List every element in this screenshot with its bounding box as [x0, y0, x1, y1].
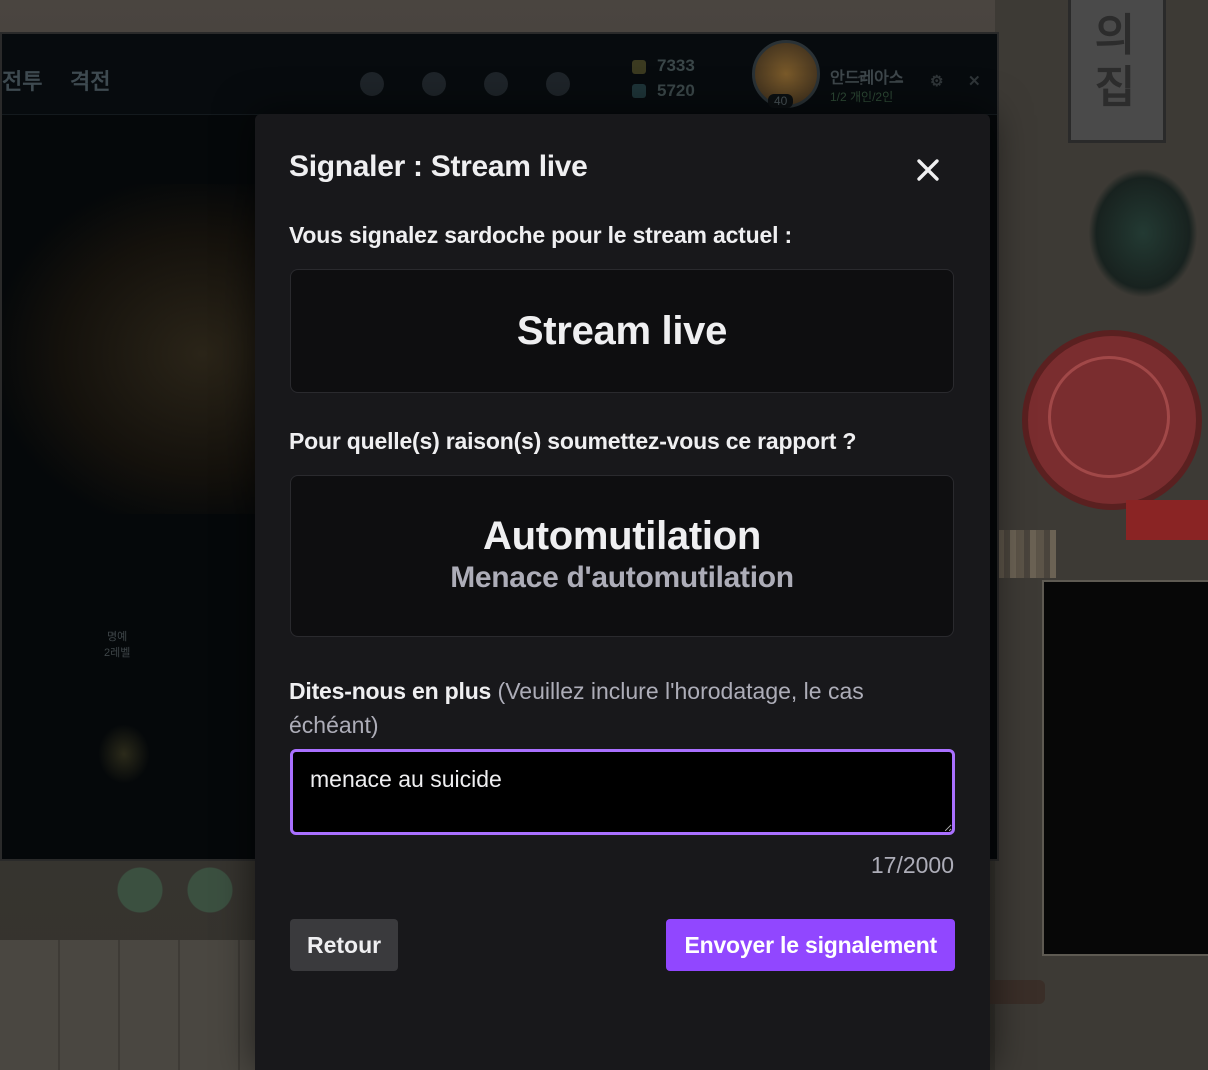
report-target-value: Stream live: [516, 308, 728, 353]
blue-essence-value: 7333: [657, 56, 695, 75]
nav-tab-arena: 격전: [70, 70, 111, 95]
background-video-panel: [1042, 580, 1208, 956]
background-red-sign: [1126, 500, 1208, 540]
close-icon: [917, 159, 939, 181]
window-close-icon: ✕: [968, 73, 981, 90]
report-target-label: Vous signalez sardoche pour le stream ac…: [289, 222, 792, 248]
champion-art: [2, 184, 257, 514]
background-mask-decoration: [1088, 168, 1198, 298]
background-red-plate-inner: [1048, 356, 1170, 478]
settings-icon: ⚙: [930, 73, 944, 90]
reason-subtitle: Menace d'automutilation: [450, 561, 794, 594]
orange-essence-value: 5720: [657, 81, 695, 100]
summoner-status: 1/2 개인/2인: [830, 90, 894, 104]
back-button[interactable]: Retour: [290, 919, 399, 971]
rank-emblem-icon: [98, 724, 150, 784]
report-target-box: Stream live: [290, 269, 954, 393]
details-textarea[interactable]: menace au suicide: [290, 749, 955, 835]
details-label-title: Dites-nous en plus: [289, 678, 492, 704]
collection-icon: [422, 72, 446, 96]
background-books: [996, 530, 1056, 578]
summoner-name: 안드레아스: [830, 70, 904, 87]
loot-icon: [484, 72, 508, 96]
summoner-level: 40: [768, 94, 794, 108]
honor-label: 명예: [107, 631, 128, 643]
profile-icon: [360, 72, 384, 96]
close-button[interactable]: [910, 152, 946, 188]
background-plants: [100, 860, 250, 930]
report-modal: Signaler : Stream live Vous signalez sar…: [255, 114, 990, 1070]
honor-level: 2레벨: [104, 647, 131, 659]
blue-essence-icon: [632, 60, 646, 74]
background-stool: [985, 980, 1045, 1004]
store-icon: [546, 72, 570, 96]
honor-rank-text: 명예 2레벨: [104, 628, 130, 660]
nav-tab-battle: 전투: [2, 70, 43, 95]
char-counter: 17/2000: [870, 852, 954, 878]
background-steps: [0, 940, 255, 1070]
reason-title: Automutilation: [483, 514, 761, 558]
submit-report-button[interactable]: Envoyer le signalement: [666, 919, 955, 971]
report-reason-box[interactable]: Automutilation Menace d'automutilation: [290, 475, 954, 637]
report-reason-label: Pour quelle(s) raison(s) soumettez-vous …: [289, 428, 857, 454]
modal-title: Signaler : Stream live: [289, 150, 588, 183]
details-label: Dites-nous en plus (Veuillez inclure l'h…: [289, 674, 949, 742]
orange-essence-icon: [632, 84, 646, 98]
background-sign-text: 의집: [1094, 10, 1136, 113]
